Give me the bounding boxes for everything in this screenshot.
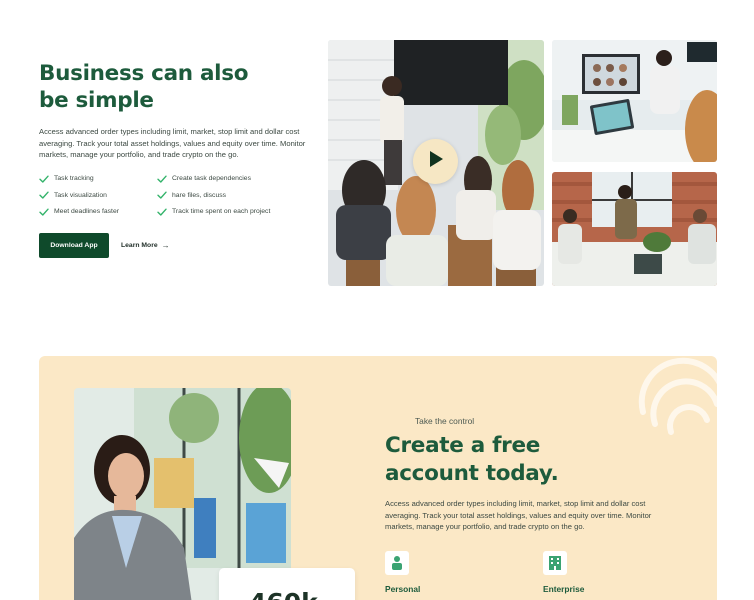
learn-more-link[interactable]: Learn More →: [121, 241, 170, 250]
check-icon: [39, 191, 49, 199]
person-icon: [385, 551, 409, 575]
feature-label: Track time spent on each project: [172, 208, 271, 216]
signup-card: 460k Take the control Create a free acco…: [39, 356, 717, 600]
plan-personal[interactable]: Personal: [385, 551, 485, 600]
eyebrow-label: Take the control: [415, 416, 475, 426]
hero-title-line-1: Business can also: [39, 61, 249, 86]
stat-value: 460k: [249, 588, 318, 600]
feature-label: Task visualization: [54, 191, 107, 199]
video-call-photo: [552, 40, 717, 162]
download-app-button[interactable]: Download App: [39, 232, 109, 258]
plan-enterprise[interactable]: Enterprise: [543, 551, 643, 600]
check-icon: [39, 175, 49, 183]
hero-description: Access advanced order types including li…: [39, 127, 306, 160]
feature-item: Track time spent on each project: [157, 208, 317, 216]
cta-row: Download App Learn More →: [39, 232, 329, 258]
office-meeting-photo: [552, 172, 717, 286]
feature-item: Create task dependencies: [157, 175, 317, 183]
feature-label: Create task dependencies: [172, 175, 251, 183]
building-icon: [543, 551, 567, 575]
plan-name: Enterprise: [543, 584, 585, 594]
feature-label: hare files, discuss: [172, 191, 227, 199]
feature-list: Task tracking Create task dependencies T…: [39, 175, 329, 216]
check-icon: [39, 208, 49, 216]
feature-item: Task tracking: [39, 175, 157, 183]
signup-title: Create a free account today.: [385, 432, 559, 488]
check-icon: [157, 191, 167, 199]
play-video-button[interactable]: [413, 139, 458, 184]
stat-card: 460k: [219, 568, 355, 600]
feature-label: Meet deadlines faster: [54, 208, 119, 216]
feature-item: hare files, discuss: [157, 191, 317, 199]
feature-item: Task visualization: [39, 191, 157, 199]
feature-item: Meet deadlines faster: [39, 208, 157, 216]
feature-label: Task tracking: [54, 175, 94, 183]
signup-description: Access advanced order types including li…: [385, 499, 652, 531]
check-icon: [157, 208, 167, 216]
check-icon: [157, 175, 167, 183]
learn-more-label: Learn More: [121, 241, 158, 249]
plan-name: Personal: [385, 584, 421, 594]
arrow-right-icon: →: [161, 240, 170, 250]
fingerprint-decoration: [638, 357, 717, 435]
hero-text-block: Business can also be simple Access advan…: [39, 60, 329, 258]
signup-title-line-2: account today.: [385, 461, 559, 486]
play-icon: [428, 150, 444, 173]
hero-title: Business can also be simple: [39, 60, 329, 114]
signup-title-line-1: Create a free: [385, 433, 541, 458]
hero-title-line-2: be simple: [39, 88, 154, 113]
